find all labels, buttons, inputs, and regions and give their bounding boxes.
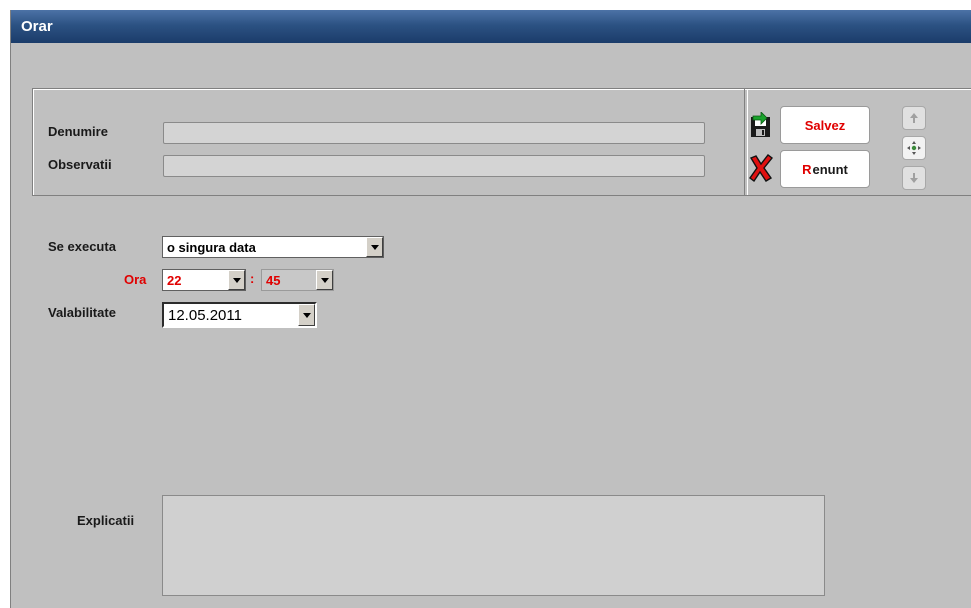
se-executa-select[interactable]: o singura data	[162, 236, 384, 258]
observatii-field[interactable]	[163, 155, 705, 177]
nav-move-button[interactable]	[902, 136, 926, 160]
cancel-button-hotkey: R	[802, 161, 812, 177]
arrow-down-icon	[910, 173, 918, 183]
save-button-label: Salvez	[804, 117, 846, 133]
denumire-field[interactable]	[163, 122, 705, 144]
arrow-up-icon	[910, 113, 918, 123]
cancel-button[interactable]: Renunt	[780, 150, 870, 188]
ora-label: Ora	[124, 272, 147, 287]
chevron-down-icon[interactable]	[298, 304, 315, 326]
se-executa-value: o singura data	[167, 239, 256, 255]
header-panel: Denumire Observatii Salvez Renunt	[32, 88, 971, 196]
valabilitate-value: 12.05.2011	[168, 306, 242, 324]
observatii-label: Observatii	[48, 157, 112, 172]
nav-down-button[interactable]	[902, 166, 926, 190]
red-x-icon	[748, 154, 774, 183]
explicatii-label: Explicatii	[77, 513, 135, 528]
hour-select[interactable]: 22	[162, 269, 246, 291]
chevron-down-icon[interactable]	[316, 270, 333, 290]
window-title-bar: Orar	[11, 10, 971, 43]
hour-value: 22	[167, 272, 182, 288]
minute-value: 45	[266, 272, 281, 288]
chevron-down-icon[interactable]	[366, 237, 383, 257]
move-icon	[907, 141, 921, 155]
chevron-down-icon[interactable]	[228, 270, 245, 290]
denumire-label: Denumire	[48, 124, 108, 139]
window-title: Orar	[21, 18, 53, 35]
valabilitate-label: Valabilitate	[48, 305, 116, 320]
nav-up-button[interactable]	[902, 106, 926, 130]
save-button[interactable]: Salvez	[780, 106, 870, 144]
time-separator: :	[250, 271, 255, 286]
floppy-save-icon	[750, 111, 772, 138]
cancel-button-label: enunt	[812, 161, 848, 177]
orar-window: Orar Denumire Observatii Salvez R enunt …	[10, 10, 971, 608]
valabilitate-date-picker[interactable]: 12.05.2011	[162, 302, 317, 328]
explicatii-textarea[interactable]	[162, 495, 825, 596]
minute-select[interactable]: 45	[261, 269, 334, 291]
se-executa-label: Se executa	[48, 239, 116, 254]
